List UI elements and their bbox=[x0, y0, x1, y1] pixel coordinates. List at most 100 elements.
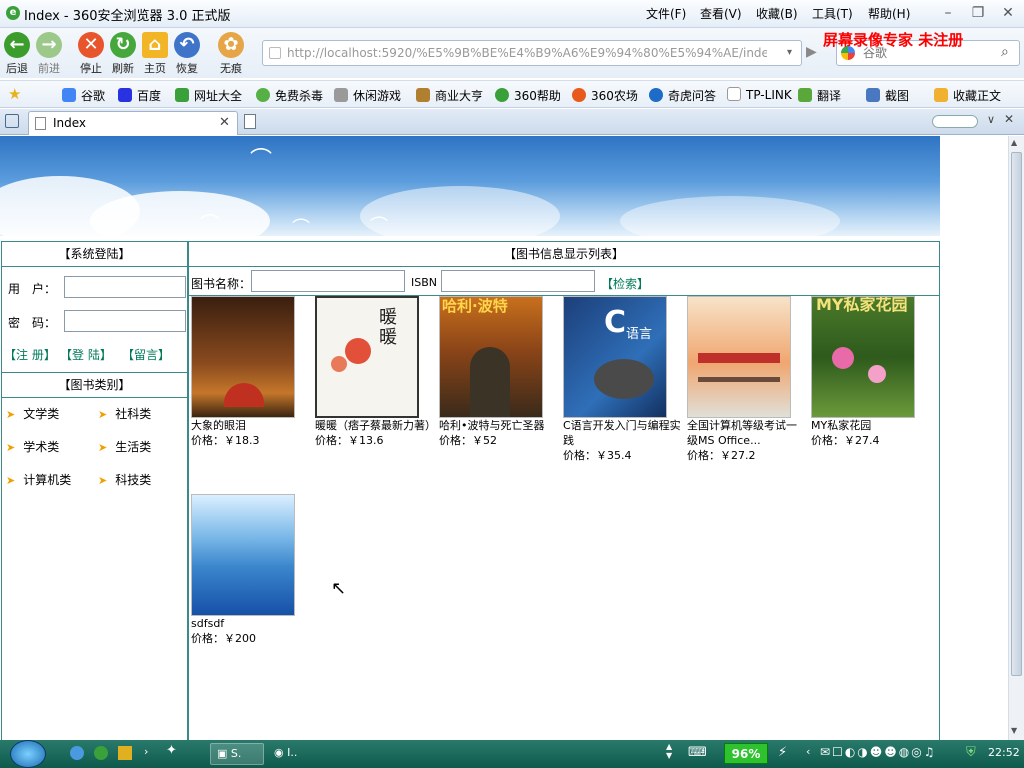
taskbar-item-browser[interactable]: ◉ I.. bbox=[268, 743, 326, 765]
book-card[interactable]: 全国计算机等级考试一级MS Office... 价格：￥27.2 bbox=[687, 296, 807, 463]
book-title[interactable]: MY私家花园 bbox=[811, 418, 931, 433]
menu-view[interactable]: 查看(V) bbox=[700, 5, 742, 22]
tab-index[interactable]: Index ✕ bbox=[28, 111, 238, 135]
login-link[interactable]: 【登 陆】 bbox=[60, 346, 112, 363]
home-button[interactable]: ⌂ 主页 bbox=[138, 30, 172, 76]
book-card[interactable]: MY私家花园 MY私家花园 价格：￥27.4 bbox=[811, 296, 931, 448]
system-tray-icons[interactable]: ✉☐◐◑☻☻◍◎♫ bbox=[820, 745, 936, 759]
close-all-icon[interactable]: ✕ bbox=[1004, 112, 1014, 126]
fav-business[interactable]: 商业大亨 bbox=[416, 87, 483, 104]
fav-tplink[interactable]: TP-LINK bbox=[727, 87, 792, 102]
book-title[interactable]: sdfsdf bbox=[191, 616, 311, 631]
address-dropdown-icon[interactable]: ▾ bbox=[787, 47, 792, 58]
category-literature[interactable]: ➤ 文学类 bbox=[6, 405, 59, 422]
fav-collect[interactable]: 收藏正文 bbox=[934, 87, 1001, 104]
address-bar[interactable]: http://localhost:5920/%E5%9B%BE%E4%B9%A6… bbox=[262, 40, 802, 66]
book-cover-image[interactable] bbox=[687, 296, 791, 418]
book-cover-image[interactable]: 暖暖 bbox=[315, 296, 419, 418]
book-cover-image[interactable] bbox=[191, 494, 295, 616]
menu-favorites[interactable]: 收藏(B) bbox=[756, 5, 798, 22]
taskbar-scroll-icon[interactable]: ▲ ▼ bbox=[666, 742, 672, 760]
stop-button[interactable]: ✕ 停止 bbox=[74, 30, 108, 76]
tray-expand-icon[interactable]: ‹ bbox=[806, 745, 810, 758]
minimize-icon[interactable]: – bbox=[938, 4, 958, 22]
username-input[interactable] bbox=[64, 276, 186, 298]
favorites-star-icon[interactable]: ★ bbox=[8, 85, 21, 103]
maximize-icon[interactable]: ❐ bbox=[968, 4, 988, 22]
category-academic[interactable]: ➤ 学术类 bbox=[6, 438, 59, 455]
book-card[interactable]: C 语言 C语言开发入门与编程实践 价格：￥35.4 bbox=[563, 296, 683, 463]
isbn-input[interactable] bbox=[441, 270, 595, 292]
fav-screenshot[interactable]: 截图 bbox=[866, 87, 909, 104]
seagull-icon: ⌒ bbox=[250, 148, 273, 173]
book-name-input[interactable] bbox=[251, 270, 405, 292]
message-link[interactable]: 【留言】 bbox=[122, 346, 170, 363]
category-technology[interactable]: ➤ 科技类 bbox=[98, 471, 151, 488]
book-card[interactable]: sdfsdf 价格：￥200 bbox=[191, 494, 311, 646]
menu-file[interactable]: 文件(F) bbox=[646, 5, 686, 22]
book-title[interactable]: 大象的眼泪 bbox=[191, 418, 311, 433]
sidebar-toggle-icon[interactable] bbox=[5, 114, 19, 128]
new-tab-icon[interactable] bbox=[244, 114, 256, 129]
book-cover-image[interactable]: 哈利·波特 bbox=[439, 296, 543, 418]
book-title[interactable]: 哈利•波特与死亡圣器 bbox=[439, 418, 559, 433]
scroll-up-icon[interactable]: ▲ bbox=[1011, 138, 1017, 147]
traceless-button[interactable]: ✿ 无痕 bbox=[214, 30, 248, 76]
fav-label: 截图 bbox=[885, 89, 910, 103]
quicklaunch-more-icon[interactable]: › bbox=[144, 745, 148, 758]
close-tab-icon[interactable]: ✕ bbox=[219, 115, 230, 130]
taskbar-item-recorder[interactable]: ▣ S. bbox=[210, 743, 264, 765]
category-computer[interactable]: ➤ 计算机类 bbox=[6, 471, 71, 488]
book-cover-image[interactable]: C 语言 bbox=[563, 296, 667, 418]
fav-qa[interactable]: 奇虎问答 bbox=[649, 87, 716, 104]
search-icon[interactable]: ⌕ bbox=[1001, 44, 1009, 60]
refresh-button[interactable]: ↻ 刷新 bbox=[106, 30, 140, 76]
fav-translate[interactable]: 翻译 bbox=[798, 87, 841, 104]
menu-tools[interactable]: 工具(T) bbox=[812, 5, 853, 22]
fav-antivirus[interactable]: 免费杀毒 bbox=[256, 87, 323, 104]
book-card[interactable]: 暖暖 暖暖（痞子蔡最新力著） 价格：￥13.6 bbox=[315, 296, 436, 448]
security-shield-icon[interactable]: ⛨ bbox=[966, 745, 976, 760]
tab-list-icon[interactable]: ∨ bbox=[987, 113, 995, 126]
zoom-level[interactable]: 96% bbox=[724, 743, 768, 764]
tab-search-pill[interactable] bbox=[932, 115, 978, 128]
fav-games[interactable]: 休闲游戏 bbox=[334, 87, 401, 104]
book-cover-image[interactable] bbox=[191, 296, 295, 418]
keyboard-icon[interactable]: ⌨ bbox=[688, 745, 707, 760]
search-row: 图书名称： ISBN 【检索】 bbox=[189, 268, 939, 296]
scroll-down-icon[interactable]: ▼ bbox=[1011, 726, 1017, 735]
book-cover-image[interactable]: MY私家花园 bbox=[811, 296, 915, 418]
stop-icon: ✕ bbox=[78, 32, 104, 58]
fav-360-farm[interactable]: 360农场 bbox=[572, 87, 638, 104]
go-icon[interactable]: ▶ bbox=[806, 44, 817, 60]
page-scrollbar[interactable]: ▲ ▼ bbox=[1008, 136, 1024, 740]
folder-icon[interactable] bbox=[118, 746, 132, 760]
register-link[interactable]: 【注 册】 bbox=[4, 346, 56, 363]
restore-button[interactable]: ↶ 恢复 bbox=[170, 30, 204, 76]
360-browser-icon[interactable] bbox=[94, 746, 108, 760]
book-title[interactable]: 暖暖（痞子蔡最新力著） bbox=[315, 418, 436, 433]
fav-google[interactable]: 谷歌 bbox=[62, 87, 105, 104]
search-button[interactable]: 【检索】 bbox=[601, 275, 649, 292]
fav-hao360[interactable]: 网址大全 bbox=[175, 87, 242, 104]
close-window-icon[interactable]: ✕ bbox=[998, 4, 1018, 22]
taskbar-item-media[interactable]: ✦ bbox=[166, 743, 204, 765]
back-button[interactable]: ← 后退 bbox=[0, 30, 34, 76]
category-social-science[interactable]: ➤ 社科类 bbox=[98, 405, 151, 422]
start-button[interactable] bbox=[10, 740, 46, 768]
book-card[interactable]: 大象的眼泪 价格：￥18.3 bbox=[191, 296, 311, 448]
book-title[interactable]: 全国计算机等级考试一级MS Office... bbox=[687, 418, 807, 448]
fav-baidu[interactable]: 百度 bbox=[118, 87, 161, 104]
menu-help[interactable]: 帮助(H) bbox=[868, 5, 910, 22]
forward-button[interactable]: → 前进 bbox=[32, 30, 66, 76]
clock[interactable]: 22:52 bbox=[988, 746, 1020, 759]
book-card[interactable]: 哈利·波特 哈利•波特与死亡圣器 价格：￥52 bbox=[439, 296, 559, 448]
fav-360-help[interactable]: 360帮助 bbox=[495, 87, 561, 104]
scrollbar-thumb[interactable] bbox=[1011, 152, 1022, 676]
book-price: 价格：￥27.2 bbox=[687, 449, 756, 462]
password-input[interactable] bbox=[64, 310, 186, 332]
category-life[interactable]: ➤ 生活类 bbox=[98, 438, 151, 455]
book-title[interactable]: C语言开发入门与编程实践 bbox=[563, 418, 683, 448]
collect-icon bbox=[934, 88, 948, 102]
ie-icon[interactable] bbox=[70, 746, 84, 760]
